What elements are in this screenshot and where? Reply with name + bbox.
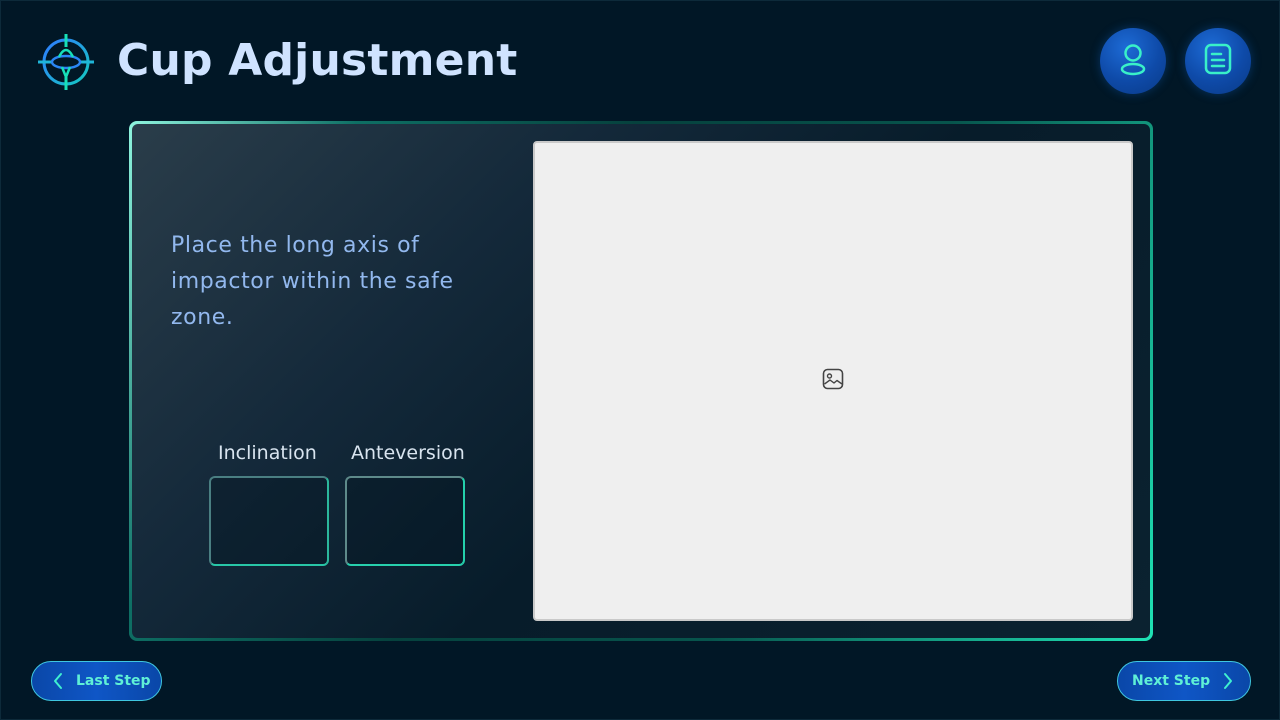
anteversion-field[interactable] — [345, 476, 465, 566]
anteversion-label: Anteversion — [351, 442, 465, 464]
page-title: Cup Adjustment — [117, 35, 518, 86]
chevron-right-icon — [1222, 672, 1234, 690]
next-step-button[interactable]: Next Step — [1117, 661, 1251, 701]
user-icon — [1118, 42, 1148, 81]
crosshair-target-icon — [37, 33, 95, 91]
user-button[interactable] — [1100, 28, 1166, 94]
image-icon — [822, 368, 844, 395]
main-panel: Place the long axis of impactor within t… — [129, 121, 1153, 641]
last-step-label: Last Step — [76, 673, 151, 689]
inclination-field[interactable] — [209, 476, 329, 566]
notes-button[interactable] — [1185, 28, 1251, 94]
main-panel-inner: Place the long axis of impactor within t… — [132, 124, 1150, 638]
instruction-text: Place the long axis of impactor within t… — [171, 233, 454, 330]
last-step-button[interactable]: Last Step — [31, 661, 162, 701]
chevron-left-icon — [52, 672, 64, 690]
notes-icon — [1203, 43, 1233, 80]
image-placeholder — [533, 141, 1133, 621]
inclination-label: Inclination — [218, 442, 317, 464]
app-screen: Cup Adjustment Place the long axis of im… — [0, 0, 1280, 720]
next-step-label: Next Step — [1132, 673, 1211, 689]
